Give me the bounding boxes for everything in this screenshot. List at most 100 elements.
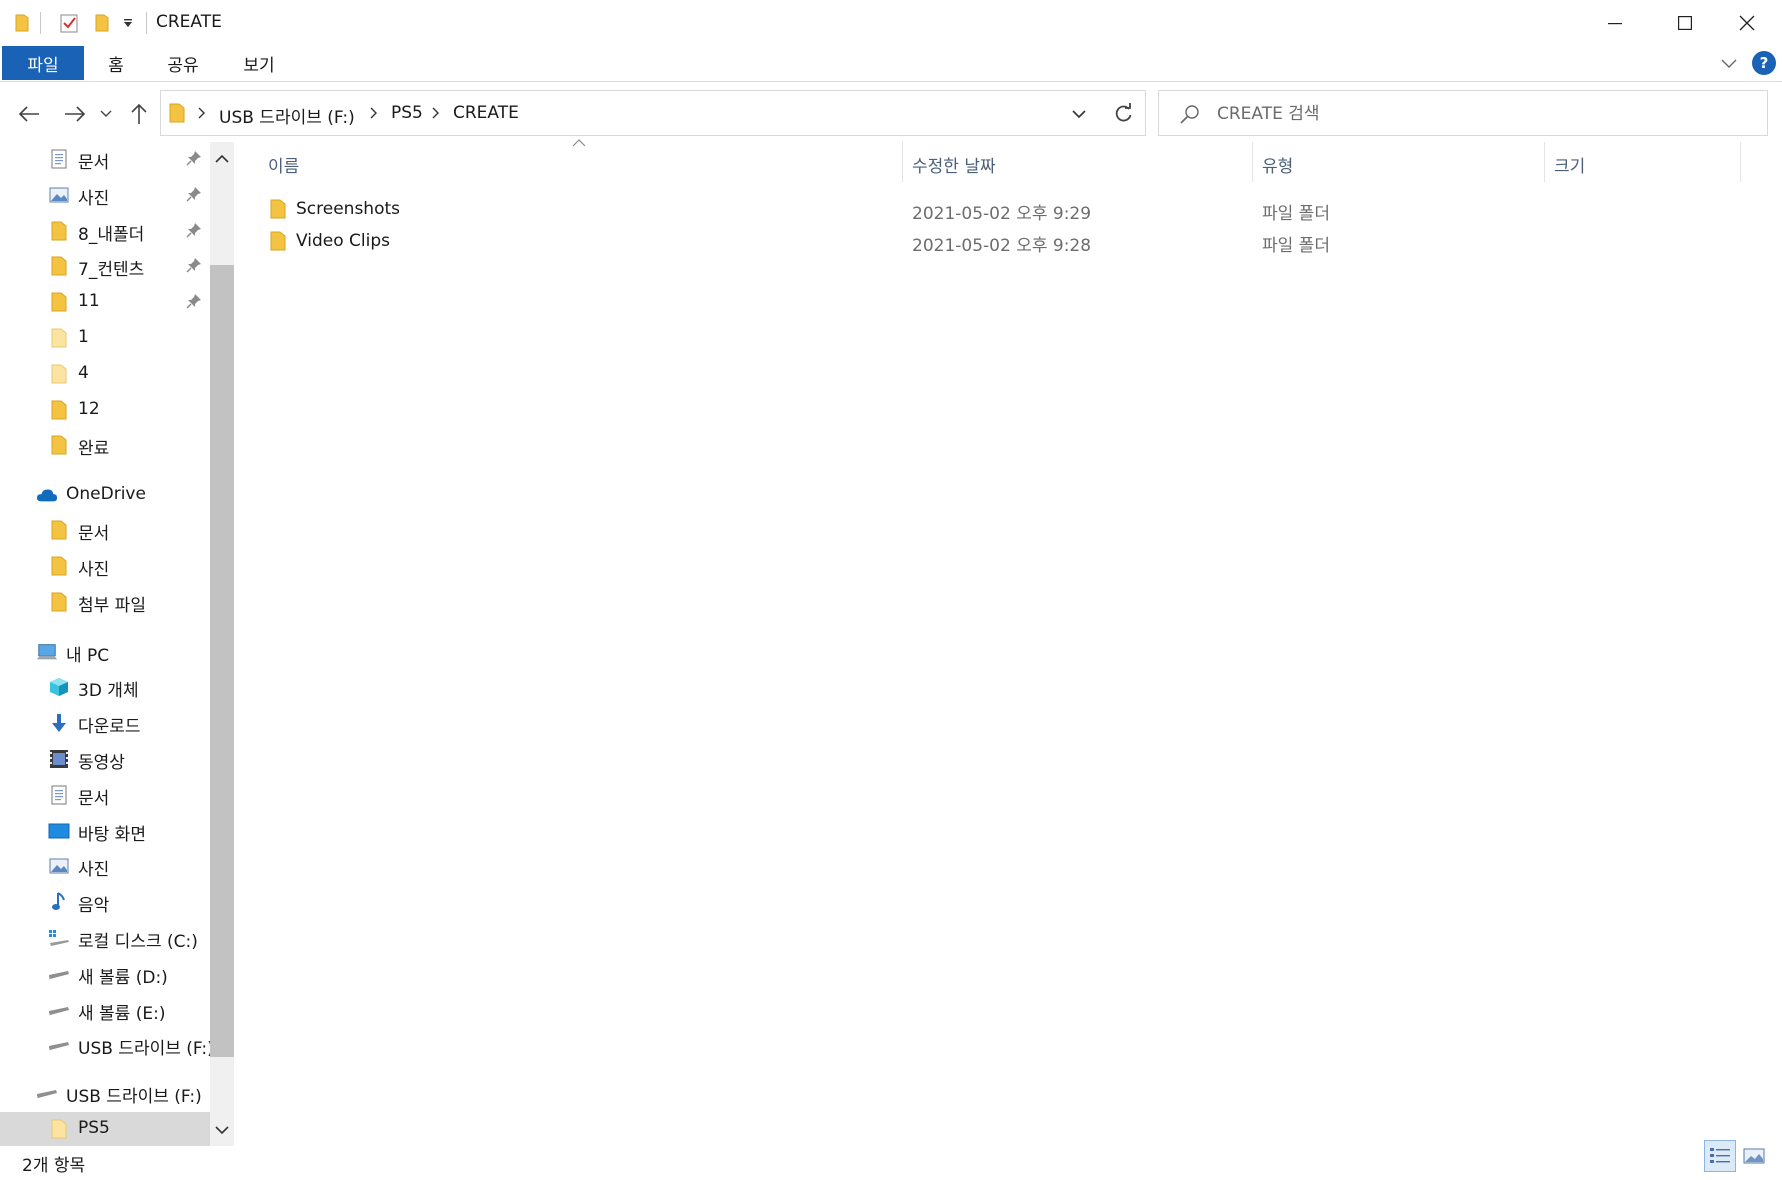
quick-access-item[interactable]: 문서 <box>0 142 210 176</box>
column-header-size[interactable]: 크기 <box>1554 146 1734 182</box>
nav-onedrive[interactable]: OneDrive <box>0 478 210 512</box>
tab-home[interactable]: 홈 <box>94 46 138 80</box>
address-history-button[interactable] <box>1061 101 1097 127</box>
this-pc-item[interactable]: 바탕 화면 <box>0 814 210 848</box>
expand-ribbon-button[interactable] <box>1718 54 1740 74</box>
quick-access-item[interactable]: 4 <box>0 357 210 391</box>
customize-quick-access-icon[interactable] <box>120 12 136 34</box>
chevron-down-icon <box>215 1125 229 1134</box>
new-folder-icon[interactable] <box>92 12 112 34</box>
nav-item-label: 로컬 디스크 (C:) <box>78 932 198 952</box>
this-pc-item[interactable]: 사진 <box>0 849 210 883</box>
file-row[interactable]: Screenshots 2021-05-02 오후 9:29 파일 폴더 <box>262 194 1752 226</box>
chevron-right-icon[interactable] <box>195 104 209 122</box>
column-divider[interactable] <box>1252 142 1253 182</box>
this-pc-item[interactable]: 문서 <box>0 778 210 812</box>
status-bar: 2개 항목 <box>0 1146 1782 1180</box>
folder-icon <box>48 555 70 577</box>
nav-item-label: 문서 <box>78 153 110 173</box>
folder-icon <box>270 231 290 253</box>
quick-access-item[interactable]: 7_컨텐츠 <box>0 249 210 283</box>
file-row[interactable]: Video Clips 2021-05-02 오후 9:28 파일 폴더 <box>262 226 1752 258</box>
nav-item-label: 음악 <box>78 896 110 917</box>
minimize-icon <box>1608 23 1622 25</box>
maximize-button[interactable] <box>1650 0 1720 46</box>
onedrive-item[interactable]: 첨부 파일 <box>0 585 210 619</box>
nav-item-label: PS5 <box>78 1118 110 1138</box>
this-pc-item[interactable]: 로컬 디스크 (C:) <box>0 921 210 955</box>
this-pc-item[interactable]: USB 드라이브 (F:) <box>0 1028 214 1062</box>
quick-access-item[interactable]: 11 <box>0 285 210 319</box>
pin-icon[interactable] <box>186 293 204 311</box>
breadcrumb-ps5[interactable]: PS5 <box>391 103 423 123</box>
nav-ps5-folder[interactable]: PS5 <box>0 1112 210 1146</box>
nav-item-label: 완료 <box>78 439 110 460</box>
pin-icon[interactable] <box>186 222 204 240</box>
recent-locations-button[interactable] <box>96 97 116 131</box>
column-divider[interactable] <box>902 142 903 182</box>
nav-scrollbar-thumb[interactable] <box>210 265 234 1057</box>
column-header-name[interactable]: 이름 <box>268 146 898 182</box>
forward-button[interactable] <box>60 97 90 131</box>
folder-icon <box>48 291 70 313</box>
details-view-button[interactable] <box>1704 1140 1736 1172</box>
quick-access-item[interactable]: 8_내폴더 <box>0 214 210 248</box>
this-pc-item[interactable]: 새 볼륨 (D:) <box>0 957 210 991</box>
nav-item-label: 새 볼륨 (E:) <box>78 1003 166 1024</box>
column-header-date[interactable]: 수정한 날짜 <box>912 146 1252 182</box>
column-divider[interactable] <box>1544 142 1545 182</box>
column-divider[interactable] <box>1740 142 1741 182</box>
this-pc-item[interactable]: 다운로드 <box>0 706 210 740</box>
folder-icon <box>270 199 290 221</box>
quick-access-item[interactable]: 12 <box>0 393 210 427</box>
quick-access-item[interactable]: 1 <box>0 321 210 355</box>
scroll-down-button[interactable] <box>210 1118 234 1142</box>
pin-icon[interactable] <box>186 150 204 168</box>
tab-view[interactable]: 보기 <box>234 46 284 80</box>
tab-share[interactable]: 공유 <box>158 46 208 80</box>
nav-this-pc[interactable]: 내 PC <box>0 635 210 669</box>
search-input[interactable] <box>1217 101 1737 127</box>
minimize-button[interactable] <box>1580 0 1650 46</box>
close-button[interactable] <box>1712 0 1782 46</box>
local-disk-icon <box>48 927 70 949</box>
nav-item-label: 첨부 파일 <box>78 595 146 616</box>
pin-icon[interactable] <box>186 257 204 275</box>
nav-usb-drive[interactable]: USB 드라이브 (F:) <box>0 1076 210 1110</box>
breadcrumb-usb-drive[interactable]: USB 드라이브 (F:) <box>219 103 355 128</box>
folder-icon <box>169 103 185 128</box>
properties-icon[interactable] <box>58 12 80 34</box>
column-header-type[interactable]: 유형 <box>1262 146 1542 182</box>
refresh-button[interactable] <box>1102 90 1146 136</box>
nav-item-label: USB 드라이브 (F:) <box>78 1039 214 1060</box>
address-bar[interactable]: USB 드라이브 (F:) PS5 CREATE <box>160 90 1146 136</box>
nav-item-label: 다운로드 <box>78 717 141 738</box>
nav-item-label: 4 <box>78 362 89 383</box>
tab-file[interactable]: 파일 <box>2 46 84 80</box>
this-pc-item[interactable]: 동영상 <box>0 742 210 776</box>
back-button[interactable] <box>14 97 44 131</box>
folder-icon <box>48 434 70 456</box>
this-pc-item[interactable]: 새 볼륨 (E:) <box>0 993 210 1027</box>
quick-access-item[interactable]: 완료 <box>0 428 210 462</box>
item-count: 2개 항목 <box>22 1156 86 1176</box>
onedrive-item[interactable]: 사진 <box>0 549 210 583</box>
help-button[interactable]: ? <box>1752 51 1776 75</box>
breadcrumb-create[interactable]: CREATE <box>453 103 519 123</box>
large-icons-view-button[interactable] <box>1738 1140 1770 1172</box>
this-pc-item[interactable]: 음악 <box>0 885 210 919</box>
scroll-up-button[interactable] <box>210 146 234 170</box>
chevron-right-icon[interactable] <box>367 104 381 122</box>
onedrive-item[interactable]: 문서 <box>0 513 210 547</box>
arrow-right-icon <box>65 106 86 122</box>
documents-icon <box>48 784 70 806</box>
this-pc-item[interactable]: 3D 개체 <box>0 670 210 704</box>
nav-item-label: 11 <box>78 291 100 312</box>
search-box[interactable] <box>1158 90 1768 136</box>
pin-icon[interactable] <box>186 186 204 204</box>
nav-item-label: 7_컨텐츠 <box>78 260 145 281</box>
chevron-right-icon[interactable] <box>429 104 443 122</box>
folder-icon <box>48 255 70 277</box>
quick-access-item[interactable]: 사진 <box>0 178 210 212</box>
up-button[interactable] <box>124 97 154 131</box>
